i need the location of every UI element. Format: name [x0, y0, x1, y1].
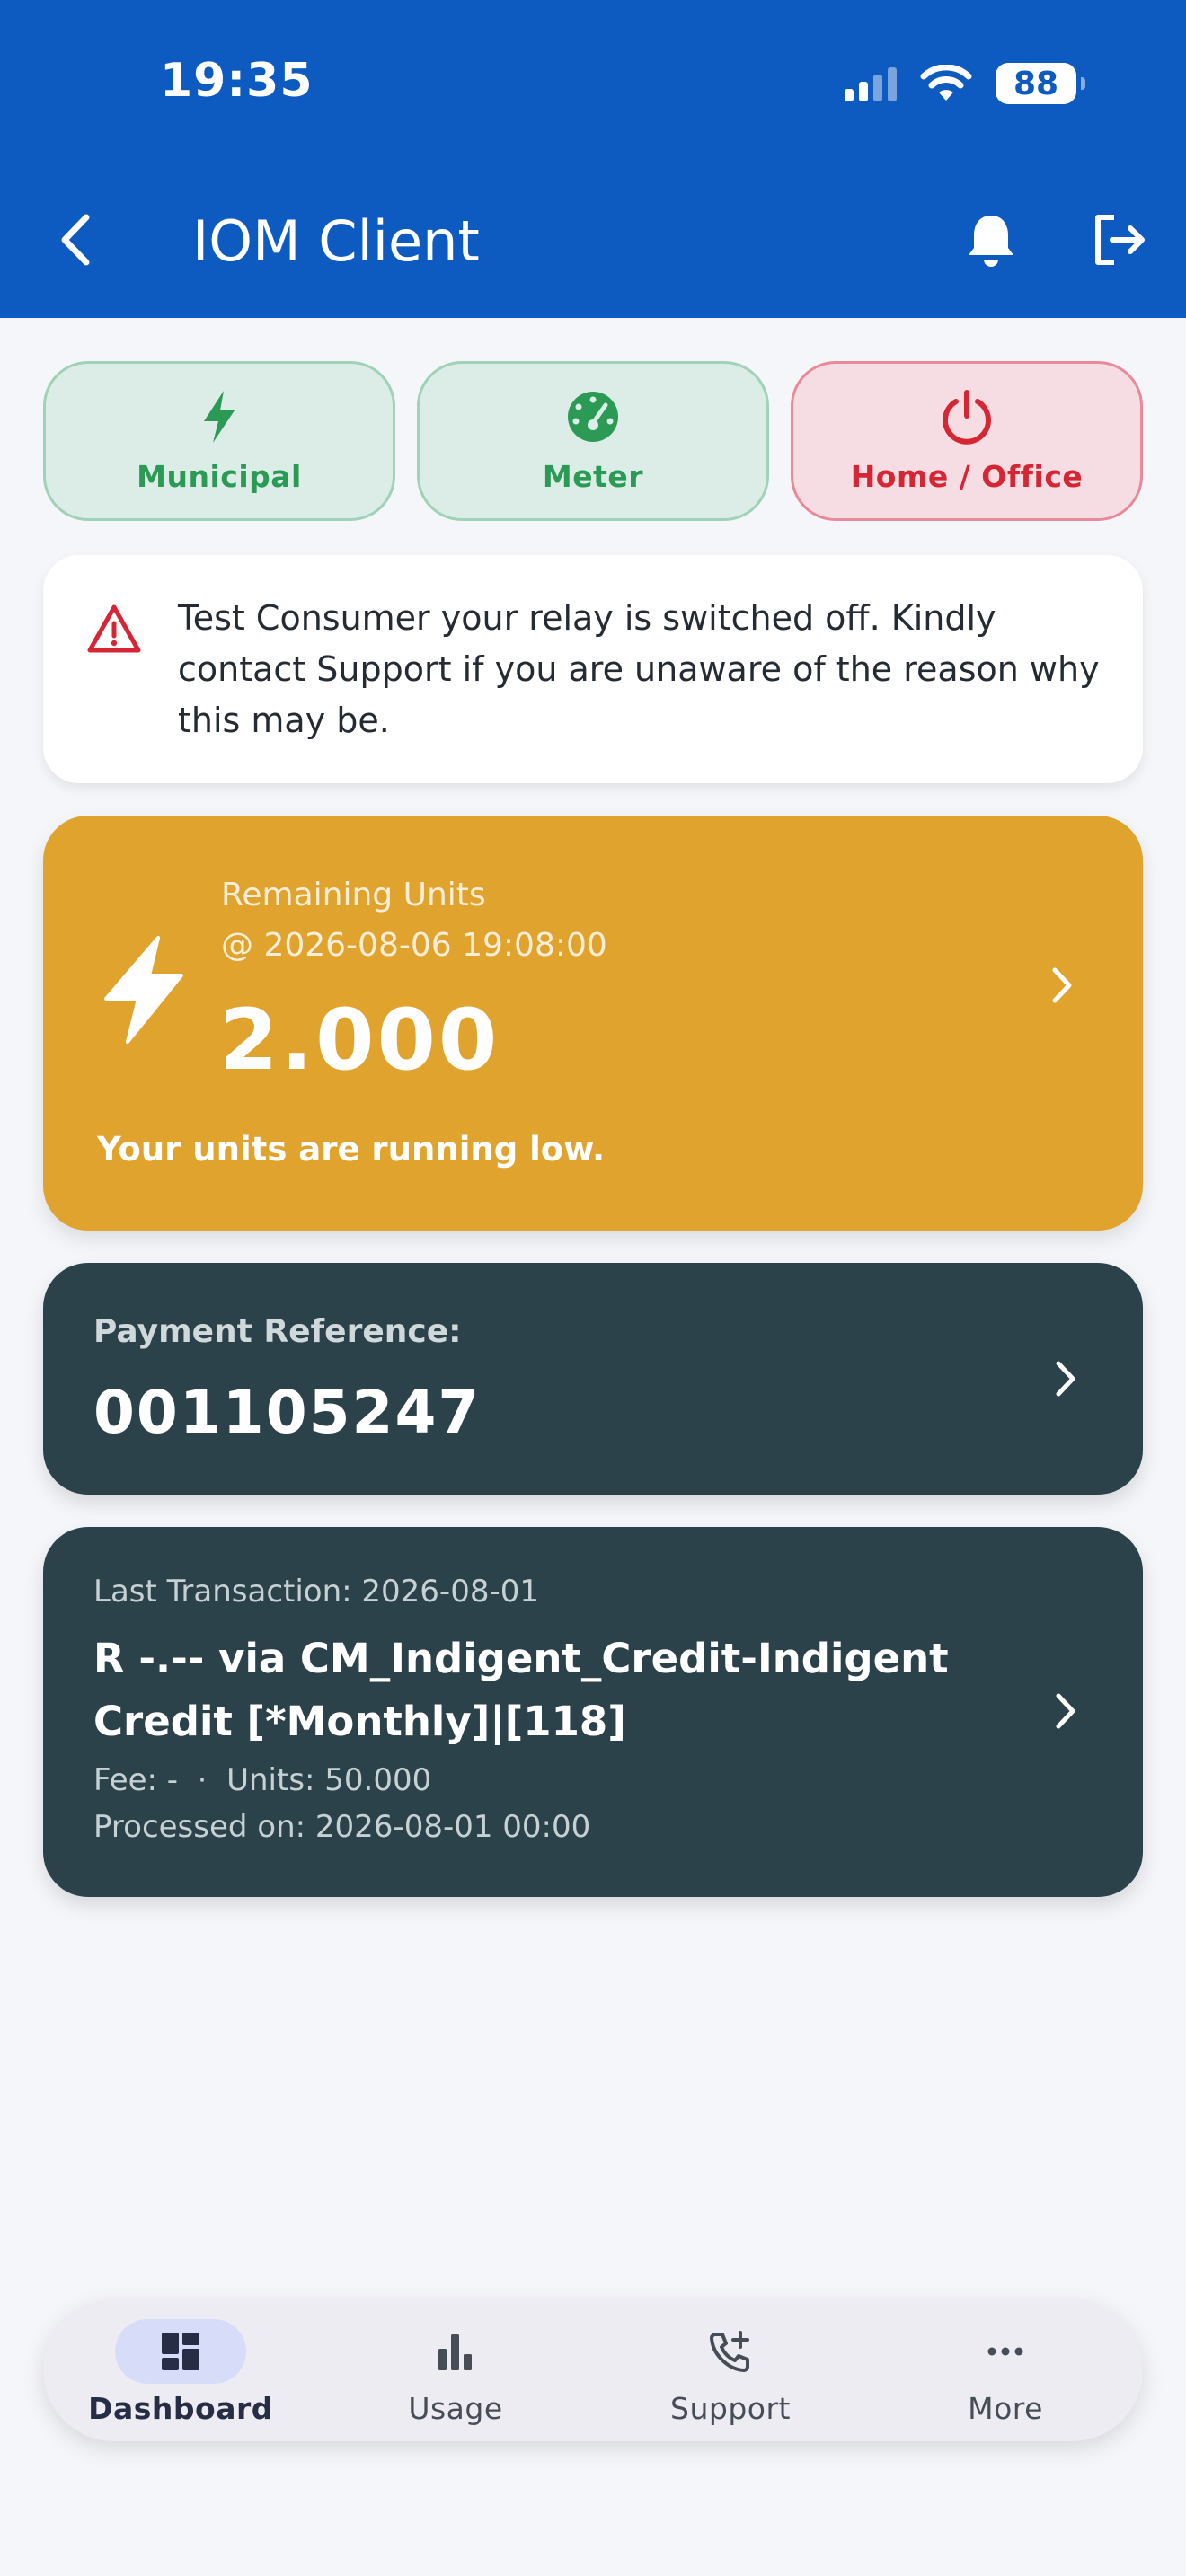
- nav-support-label: Support: [670, 2391, 791, 2426]
- meter-label: Meter: [542, 458, 644, 494]
- phone-add-icon: [710, 2331, 749, 2372]
- nav-usage-icon-wrap: [390, 2319, 521, 2384]
- chevron-left-icon: [61, 214, 90, 266]
- status-time: 19:35: [160, 54, 314, 108]
- units-low-message: Your units are running low.: [97, 1130, 606, 1169]
- relay-alert-card: Test Consumer your relay is switched off…: [43, 555, 1143, 783]
- nav-more[interactable]: More: [868, 2299, 1143, 2441]
- nav-more-label: More: [968, 2391, 1043, 2426]
- municipal-label: Municipal: [137, 458, 302, 494]
- dashboard-icon: [162, 2333, 199, 2370]
- payment-reference-value: 001105247: [93, 1378, 482, 1447]
- chevron-right-icon: [1056, 1361, 1075, 1397]
- nav-dashboard-indicator: [115, 2319, 246, 2384]
- back-button[interactable]: [50, 208, 104, 271]
- transaction-description: R -.-- via CM_Indigent_Credit-Indigent C…: [93, 1635, 949, 1745]
- speedometer-icon: [568, 391, 618, 442]
- chevron-right-icon: [1056, 1693, 1075, 1729]
- power-icon: [943, 389, 991, 445]
- more-icon: [987, 2347, 1023, 2356]
- transaction-fee-units: Fee: - · Units: 50.000: [93, 1762, 432, 1798]
- nav-dashboard[interactable]: Dashboard: [43, 2299, 318, 2441]
- bolt-icon: [204, 390, 235, 443]
- nav-more-icon-wrap: [940, 2319, 1071, 2384]
- bolt-icon: [104, 936, 183, 1044]
- units-timestamp: @ 2026-08-06 19:08:00: [221, 927, 607, 964]
- meter-button[interactable]: Meter: [417, 361, 769, 521]
- logout-button[interactable]: [1087, 208, 1150, 271]
- transaction-processed: Processed on: 2026-08-01 00:00: [93, 1809, 591, 1845]
- logout-icon: [1095, 215, 1145, 265]
- nav-support[interactable]: Support: [593, 2299, 868, 2441]
- nav-usage-label: Usage: [408, 2391, 503, 2426]
- nav-usage[interactable]: Usage: [318, 2299, 593, 2441]
- alert-message: Test Consumer your relay is switched off…: [178, 598, 1100, 740]
- app-bar: 19:35 88 IOM Client: [0, 0, 1186, 318]
- nav-support-icon-wrap: [665, 2319, 796, 2384]
- home-office-button[interactable]: Home / Office: [791, 361, 1143, 521]
- bottom-navigation: Dashboard Usage Support More: [43, 2299, 1143, 2441]
- bar-chart-icon: [438, 2334, 472, 2370]
- wifi-icon: [920, 65, 972, 101]
- notifications-button[interactable]: [960, 208, 1022, 271]
- remaining-units-card[interactable]: Remaining Units @ 2026-08-06 19:08:00 2.…: [43, 816, 1143, 1231]
- transaction-date: Last Transaction: 2026-08-01: [93, 1574, 539, 1610]
- status-icons: 88: [845, 63, 1085, 104]
- home-office-label: Home / Office: [850, 458, 1084, 494]
- bell-icon: [969, 216, 1013, 267]
- nav-dashboard-label: Dashboard: [88, 2391, 273, 2426]
- municipal-button[interactable]: Municipal: [43, 361, 395, 521]
- chevron-right-icon: [1052, 967, 1072, 1003]
- page-title: IOM Client: [192, 208, 480, 274]
- warning-icon: [87, 604, 141, 653]
- cellular-signal-icon: [845, 66, 897, 101]
- units-value: 2.000: [219, 992, 500, 1090]
- payment-reference-card[interactable]: Payment Reference: 001105247: [43, 1263, 1143, 1495]
- last-transaction-card[interactable]: Last Transaction: 2026-08-01 R -.-- via …: [43, 1527, 1143, 1897]
- units-label: Remaining Units: [221, 877, 486, 913]
- payment-reference-label: Payment Reference:: [93, 1313, 462, 1350]
- battery-indicator: 88: [996, 63, 1085, 104]
